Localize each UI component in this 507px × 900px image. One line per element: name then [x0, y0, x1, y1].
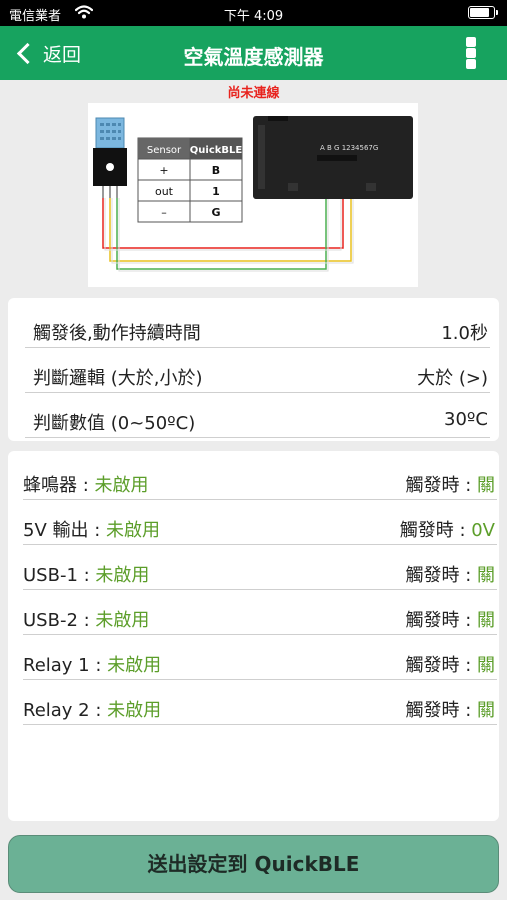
- output-name: Relay 2 :: [23, 700, 108, 721]
- output-state: 未啟用: [95, 610, 150, 631]
- trigger-value: 關: [477, 565, 495, 586]
- svg-text:A B G 1234567G: A B G 1234567G: [320, 144, 378, 152]
- output-row[interactable]: USB-2 : 未啟用 觸發時 : 關: [23, 590, 497, 635]
- settings-card: 觸發後,動作持續時間 1.0秒判斷邏輯 (大於,小於) 大於 (>) 判斷數值 (0~…: [8, 298, 499, 441]
- output-row[interactable]: 蜂鳴器 : 未啟用 觸發時 : 關: [23, 455, 497, 500]
- output-row[interactable]: Relay 1 : 未啟用 觸發時 : 關: [23, 635, 497, 680]
- trigger-value: 關: [477, 475, 495, 496]
- more-vertical-icon[interactable]: [464, 37, 478, 69]
- back-button[interactable]: 返回: [14, 26, 81, 80]
- trigger-label: 觸發時 :: [405, 700, 477, 721]
- trigger-label: 觸發時 :: [405, 610, 477, 631]
- output-name: 5V 輸出 :: [23, 520, 106, 541]
- trigger-value: 關: [477, 610, 495, 631]
- status-bar: 電信業者 下午 4:09: [0, 0, 507, 26]
- trigger-label: 觸發時 :: [399, 520, 472, 541]
- back-label: 返回: [43, 43, 82, 66]
- clock: 下午 4:09: [223, 9, 284, 24]
- wiring-diagram: Sensor QuickBLE + Bout 1 – G A B G 1234567G: [88, 103, 418, 287]
- output-state: 未啟用: [94, 475, 149, 496]
- pin-board-0: B: [212, 164, 220, 177]
- output-state: 未啟用: [107, 700, 162, 721]
- setting-row[interactable]: 判斷邏輯 (大於,小於) 大於 (>): [25, 349, 490, 393]
- pin-board-2: G: [211, 206, 220, 219]
- pin-board-1: 1: [212, 185, 220, 198]
- chevron-left-icon: [16, 42, 39, 64]
- setting-value: 1.0秒: [441, 323, 488, 344]
- svg-text:QuickBLE: QuickBLE: [190, 145, 243, 156]
- trigger-label: 觸發時 :: [405, 565, 477, 586]
- setting-label: 判斷邏輯 (大於,小於): [33, 368, 203, 389]
- send-settings-button[interactable]: 送出設定到 QuickBLE: [8, 835, 499, 893]
- output-row[interactable]: Relay 2 : 未啟用 觸發時 : 關: [23, 680, 497, 725]
- setting-row[interactable]: 判斷數值 (0~50ºC) 30ºC: [25, 394, 490, 438]
- output-row[interactable]: 5V 輸出 : 未啟用 觸發時 : 0V: [23, 500, 497, 545]
- battery-icon: [468, 6, 498, 19]
- output-name: 蜂鳴器 :: [23, 475, 95, 496]
- connection-status: 尚未連線: [227, 86, 280, 101]
- trigger-label: 觸發時 :: [405, 655, 477, 676]
- trigger-label: 觸發時 :: [405, 475, 477, 496]
- output-state: 未啟用: [107, 655, 162, 676]
- trigger-value: 關: [477, 655, 495, 676]
- output-name: USB-2 :: [23, 610, 96, 631]
- navigation-bar: 返回 空氣溫度感測器: [0, 26, 507, 80]
- trigger-value: 0V: [471, 520, 495, 541]
- output-row[interactable]: USB-1 : 未啟用 觸發時 : 關: [23, 545, 497, 590]
- pin-sensor-0: +: [159, 164, 168, 177]
- setting-label: 判斷數值 (0~50ºC): [33, 413, 196, 434]
- quickble-board-image: A B G 1234567G: [253, 116, 413, 199]
- pin-table: Sensor QuickBLE + Bout 1 – G: [137, 137, 243, 223]
- setting-value: 30ºC: [444, 409, 488, 430]
- setting-value: 大於 (>): [417, 368, 488, 389]
- setting-label: 觸發後,動作持續時間: [33, 323, 201, 344]
- setting-row[interactable]: 觸發後,動作持續時間 1.0秒: [25, 304, 490, 348]
- svg-text:Sensor: Sensor: [147, 145, 182, 156]
- output-state: 未啟用: [95, 565, 150, 586]
- pin-sensor-1: out: [155, 185, 174, 198]
- dht-sensor-image: [93, 117, 127, 198]
- pin-sensor-2: –: [161, 206, 167, 219]
- outputs-card: 蜂鳴器 : 未啟用 觸發時 : 關 5V 輸出 : 未啟用 觸發時 : 0V USB-1…: [8, 451, 499, 821]
- trigger-value: 關: [477, 700, 495, 721]
- output-name: Relay 1 :: [23, 655, 108, 676]
- output-name: USB-1 :: [23, 565, 96, 586]
- output-state: 未啟用: [106, 520, 160, 541]
